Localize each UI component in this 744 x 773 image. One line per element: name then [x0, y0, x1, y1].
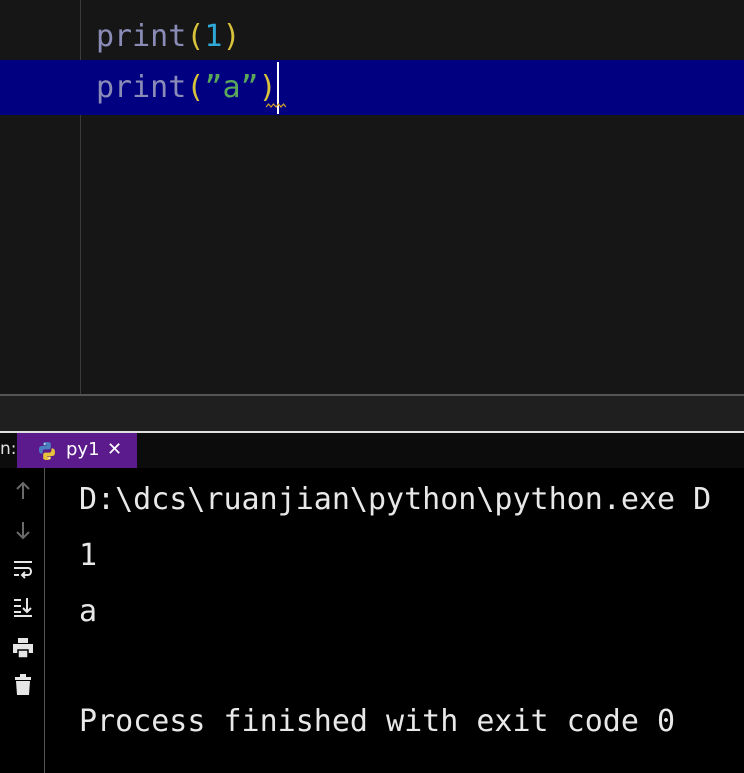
warning-squiggle: [266, 103, 286, 108]
soft-wrap-icon[interactable]: [10, 556, 36, 582]
token-paren-close: ): [222, 19, 241, 54]
console-line: D:\dcs\ruanjian\python\python.exe D: [79, 482, 712, 517]
run-console[interactable]: D:\dcs\ruanjian\python\python.exe D 1 a …: [0, 468, 744, 773]
run-tab-bar: n: py1 ✕: [0, 431, 744, 468]
run-label: n:: [0, 439, 17, 459]
console-line: Process finished with exit code 0: [79, 704, 676, 739]
token-function: print: [96, 70, 187, 105]
trash-icon[interactable]: [10, 672, 36, 698]
token-quote-open: ”: [204, 70, 223, 105]
panel-splitter[interactable]: [0, 394, 744, 431]
token-paren-open: (: [186, 19, 205, 54]
tab-py1[interactable]: py1 ✕: [17, 433, 137, 468]
arrow-down-icon[interactable]: [10, 517, 36, 543]
tab-py1-label: py1: [66, 439, 100, 460]
code-line-2-text: print(”a”): [96, 60, 279, 115]
close-icon[interactable]: ✕: [107, 439, 122, 460]
code-line-2-current[interactable]: print(”a”): [0, 60, 744, 115]
print-icon[interactable]: [10, 635, 36, 661]
token-string: a: [222, 70, 241, 105]
code-line-1-text: print(1): [96, 9, 241, 64]
token-paren-open: (: [186, 70, 205, 105]
console-toolstrip: [0, 468, 45, 773]
scroll-to-end-icon[interactable]: [10, 594, 36, 620]
token-number: 1: [204, 19, 223, 54]
arrow-up-icon[interactable]: [10, 478, 36, 504]
console-line: a: [79, 594, 98, 629]
token-paren-close: ): [258, 70, 277, 105]
python-icon: [39, 442, 55, 460]
token-quote-close: ”: [240, 70, 259, 105]
console-line: 1: [79, 538, 98, 573]
code-line-1[interactable]: print(1): [0, 9, 744, 64]
code-editor[interactable]: print(1) print(”a”): [0, 0, 744, 394]
token-function: print: [96, 19, 187, 54]
